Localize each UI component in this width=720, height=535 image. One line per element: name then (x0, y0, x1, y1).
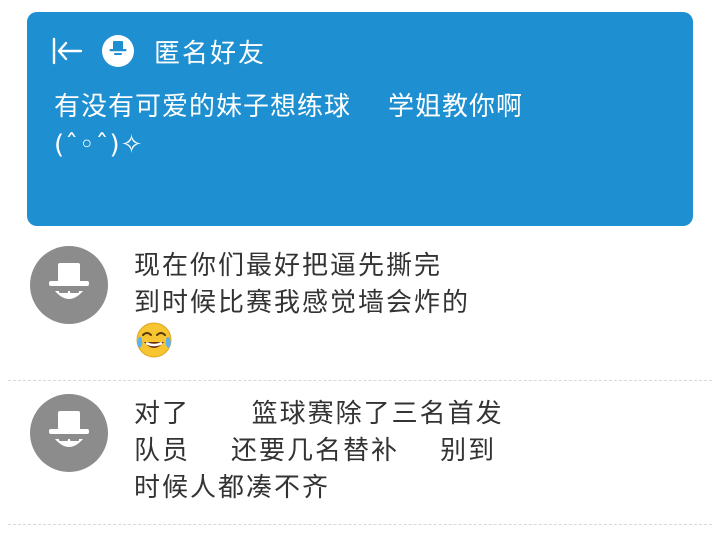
post-bubble: 匿名好友 有没有可爱的妹子想练球 学姐教你啊 (ˆ◦ˆ)✧ (27, 12, 693, 226)
comment-text: 现在你们最好把逼先撕完 到时候比赛我感觉墙会炸的 (134, 251, 471, 318)
comment-item: 现在你们最好把逼先撕完 到时候比赛我感觉墙会炸的 (0, 236, 720, 380)
anonymous-avatar-icon[interactable] (30, 246, 108, 324)
comment-item: 对了 篮球赛除了三名首发 队员 还要几名替补 别到 时候人都凑不齐 (0, 384, 720, 524)
tears-of-joy-emoji-icon (136, 322, 172, 358)
bubble-tail (41, 70, 55, 88)
post-text: 有没有可爱的妹子想练球 学姐教你啊 (ˆ◦ˆ)✧ (54, 92, 524, 160)
divider (8, 380, 712, 381)
anonymous-avatar-icon (102, 35, 134, 67)
comment-text: 对了 篮球赛除了三名首发 队员 还要几名替补 别到 时候人都凑不齐 (134, 399, 504, 503)
anonymous-avatar-icon[interactable] (30, 394, 108, 472)
back-arrow-icon[interactable] (50, 35, 84, 67)
divider (8, 524, 712, 525)
post-header: 匿名好友 (50, 34, 267, 69)
post-author-title: 匿名好友 (154, 38, 267, 69)
